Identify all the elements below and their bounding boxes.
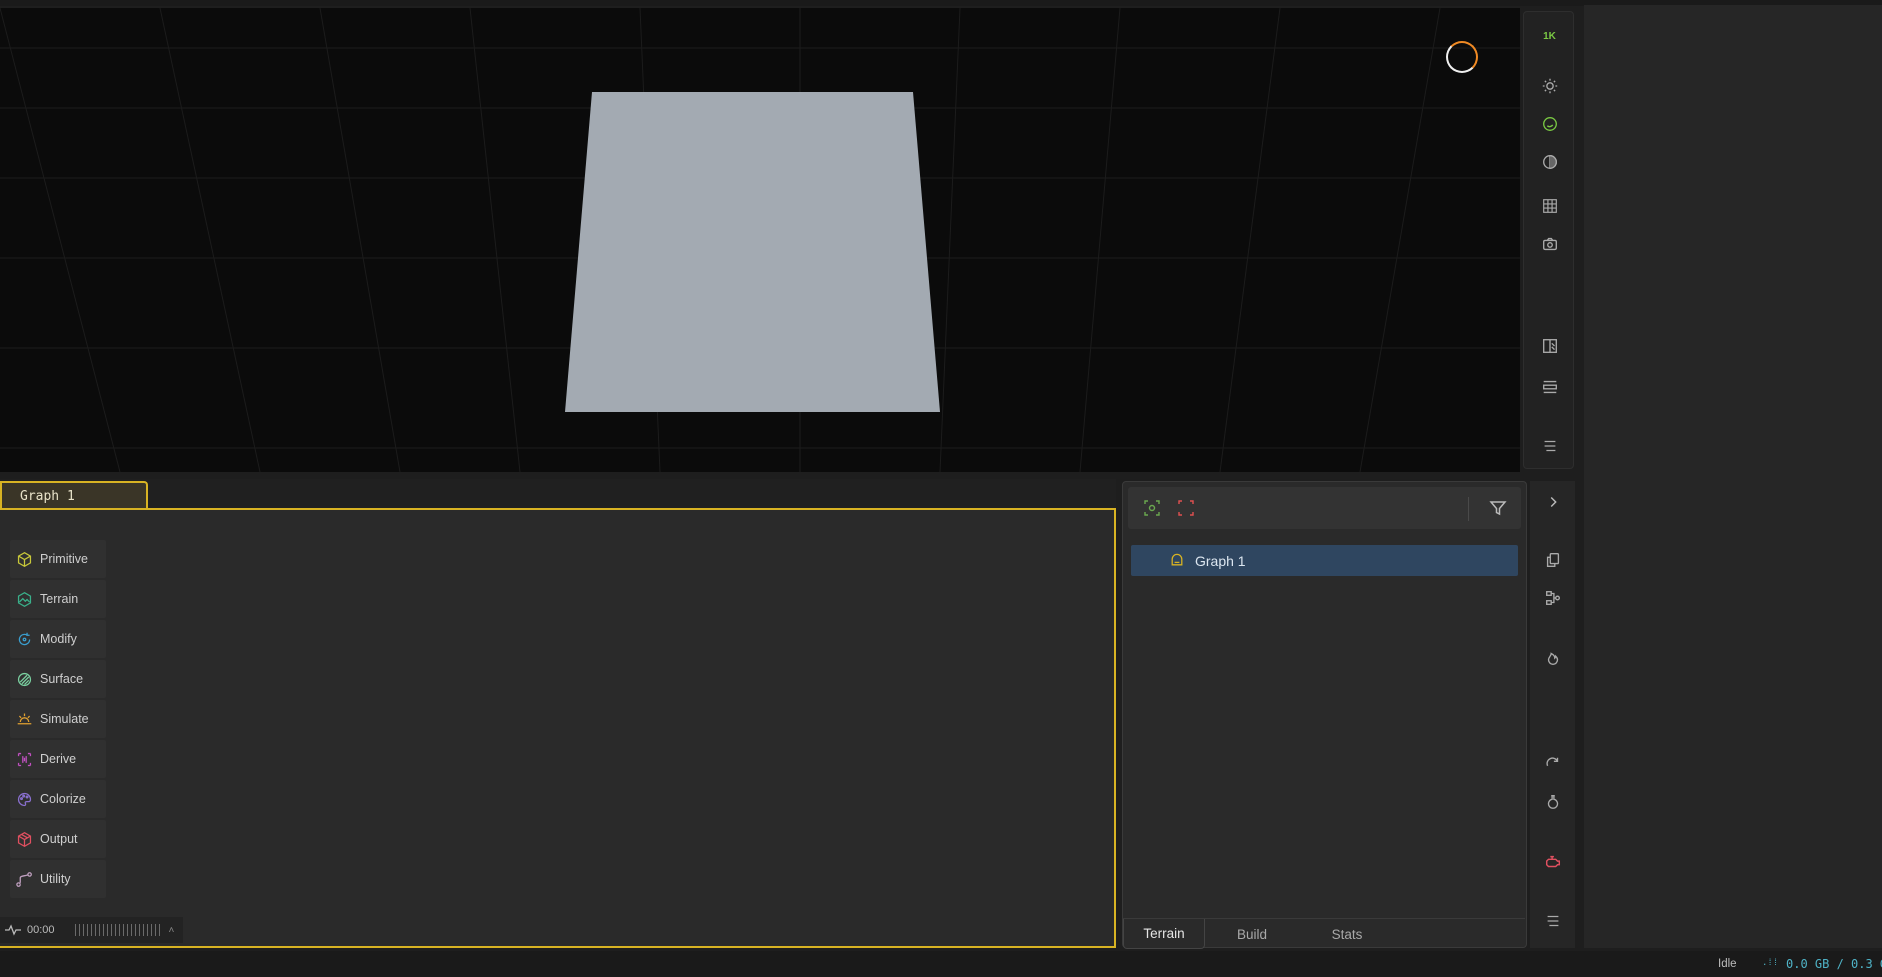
- graph-explorer: Graph 1: [1122, 481, 1527, 948]
- sun-icon[interactable]: [1524, 70, 1575, 102]
- split-view-icon[interactable]: [1524, 330, 1575, 362]
- category-label: Primitive: [40, 552, 88, 566]
- category-output[interactable]: Output: [10, 820, 106, 858]
- category-label: Utility: [40, 872, 71, 886]
- utility-icon: [16, 871, 32, 887]
- node-category-list: Primitive Terrain Modify Surface Simulat…: [10, 540, 106, 900]
- category-label: Modify: [40, 632, 77, 646]
- category-label: Output: [40, 832, 78, 846]
- list-menu-icon[interactable]: [1530, 906, 1575, 936]
- tab-stats[interactable]: Stats: [1299, 919, 1395, 949]
- chevron-right-icon[interactable]: [1530, 487, 1575, 517]
- status-text: Idle: [1718, 958, 1737, 970]
- select-all-icon[interactable]: [1142, 498, 1162, 518]
- category-primitive[interactable]: Primitive: [10, 540, 106, 578]
- derive-icon: [17, 752, 32, 766]
- deselect-icon[interactable]: [1176, 498, 1196, 518]
- explorer-toolbar: [1128, 487, 1521, 529]
- surface-icon: [17, 672, 32, 686]
- category-derive[interactable]: Derive: [10, 740, 106, 778]
- memory-icon: .⁞⁞: [1762, 958, 1779, 968]
- category-modify[interactable]: Modify: [10, 620, 106, 658]
- caret-up-icon[interactable]: ˄: [169, 925, 175, 936]
- category-surface[interactable]: Surface: [10, 660, 106, 698]
- app-window: 1K Graph 1 Primitive Terrain Modify Surf…: [0, 0, 1882, 977]
- camera-icon[interactable]: [1524, 228, 1575, 260]
- category-label: Surface: [40, 672, 84, 686]
- category-simulate[interactable]: Simulate: [10, 700, 106, 738]
- explorer-tabs: Terrain Build Stats: [1123, 918, 1525, 949]
- simulate-icon: [17, 713, 32, 724]
- resolution-button[interactable]: 1K: [1524, 20, 1575, 52]
- shading-icon[interactable]: [1524, 146, 1575, 178]
- properties-panel: [1584, 5, 1882, 948]
- menu-icon[interactable]: [1524, 430, 1575, 462]
- material-sphere-icon[interactable]: [1524, 108, 1575, 140]
- category-label: Derive: [40, 752, 77, 766]
- viewport-grid: [0, 8, 1520, 472]
- explorer-item-graph-1[interactable]: Graph 1: [1131, 545, 1518, 576]
- pulse-icon: [5, 924, 21, 936]
- 3d-viewport[interactable]: [0, 8, 1520, 472]
- category-terrain[interactable]: Terrain: [10, 580, 106, 618]
- grid-icon[interactable]: [1524, 190, 1575, 222]
- graph-nodes-icon[interactable]: [1530, 583, 1575, 613]
- engine-icon[interactable]: [1530, 847, 1575, 877]
- explorer-icon-column: [1530, 481, 1575, 948]
- category-label: Terrain: [40, 592, 79, 606]
- view-gizmo[interactable]: [1446, 41, 1478, 73]
- measure-icon[interactable]: [1524, 371, 1575, 403]
- terrain-plane: [565, 92, 940, 412]
- palette-icon: [17, 792, 32, 806]
- modify-icon: [18, 632, 31, 645]
- toolbar-divider: [1468, 497, 1469, 521]
- graph-canvas[interactable]: [0, 508, 1116, 948]
- filter-icon[interactable]: [1488, 498, 1508, 518]
- cube-icon: [17, 551, 32, 567]
- tab-terrain[interactable]: Terrain: [1123, 919, 1205, 949]
- category-colorize[interactable]: Colorize: [10, 780, 106, 818]
- terrain-icon: [17, 591, 32, 607]
- explorer-item-label: Graph 1: [1195, 552, 1246, 569]
- graph-icon: [1171, 553, 1183, 566]
- timeline-bar[interactable]: 00:00 ˄: [0, 917, 183, 943]
- category-label: Simulate: [40, 712, 89, 726]
- flame-icon[interactable]: [1530, 643, 1575, 673]
- copy-icon[interactable]: [1530, 545, 1575, 575]
- memory-usage: 0.0 GB / 0.3 GB: [1786, 957, 1882, 971]
- tab-build[interactable]: Build: [1205, 919, 1299, 949]
- category-label: Colorize: [40, 792, 86, 806]
- tab-graph-1[interactable]: Graph 1: [0, 481, 148, 509]
- flask-icon[interactable]: [1530, 787, 1575, 817]
- viewport-toolbar: 1K: [1523, 11, 1574, 469]
- output-icon: [17, 831, 32, 847]
- timeline-track[interactable]: [74, 924, 161, 936]
- category-utility[interactable]: Utility: [10, 860, 106, 898]
- status-bar: Idle .⁞⁞ 0.0 GB / 0.3 GB: [0, 951, 1882, 977]
- refresh-icon[interactable]: [1530, 749, 1575, 779]
- graph-tab-bar: Graph 1: [0, 479, 1116, 509]
- timeline-time: 00:00: [27, 924, 55, 936]
